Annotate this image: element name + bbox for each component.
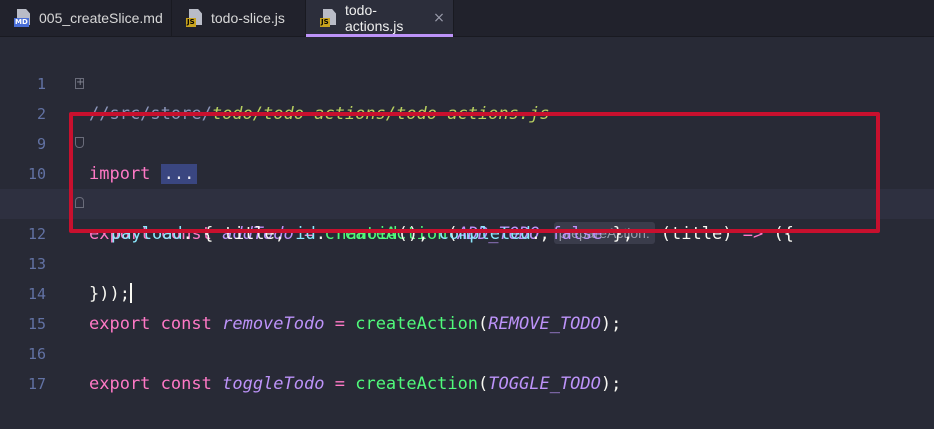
operator-equals: = [334, 374, 345, 394]
constant-toggle-todo: TOGGLE_TODO [488, 374, 601, 394]
fold-end-icon[interactable] [75, 197, 84, 208]
fold-collapse-icon[interactable] [75, 137, 84, 148]
tab-label: 005_createSlice.md [39, 10, 163, 26]
javascript-file-icon: JS [186, 9, 204, 27]
code-line-16: 16 export const toggleTodo = createActio… [0, 309, 934, 394]
code-line-10: 10 export const addTodo = createAction(A… [0, 129, 934, 244]
tab-label: todo-slice.js [211, 10, 285, 26]
code-line-17: 17 [0, 339, 934, 393]
code-line-11: 11 payload: { title, id: nanoid(), compl… [0, 159, 934, 244]
code-line-9: 9 [0, 99, 934, 153]
line-number: 17 [27, 375, 46, 393]
code-line-1: 1 //src/store/todo/todo-actions/todo-act… [0, 39, 934, 124]
javascript-file-icon: JS [320, 9, 338, 27]
keyword-export: export [89, 374, 151, 394]
code-line-13: 13 [0, 219, 934, 273]
identifier-toggletodo: toggleTodo [222, 374, 325, 394]
function-call: createAction [355, 374, 479, 394]
markdown-file-icon: MD [14, 9, 32, 27]
keyword-const: const [160, 374, 212, 394]
code-line-14: 14 export const removeTodo = createActio… [0, 249, 934, 334]
tab-label: todo-actions.js [345, 2, 404, 34]
close-tab-icon[interactable]: × [433, 10, 445, 26]
fold-expand-icon[interactable]: + [75, 78, 84, 89]
code-line-12: 12 })); [0, 189, 934, 304]
code-editor[interactable]: 1 //src/store/todo/todo-actions/todo-act… [0, 37, 934, 401]
code-line-15: 15 [0, 279, 934, 333]
editor-tab-bar: MD 005_createSlice.md JS todo-slice.js J… [0, 0, 934, 37]
code-line-2: 2 + import ... [0, 69, 934, 184]
tab-createslice-md[interactable]: MD 005_createSlice.md [0, 0, 172, 36]
tab-todo-actions-js[interactable]: JS todo-actions.js × [306, 0, 454, 37]
tab-todo-slice-js[interactable]: JS todo-slice.js [172, 0, 306, 36]
